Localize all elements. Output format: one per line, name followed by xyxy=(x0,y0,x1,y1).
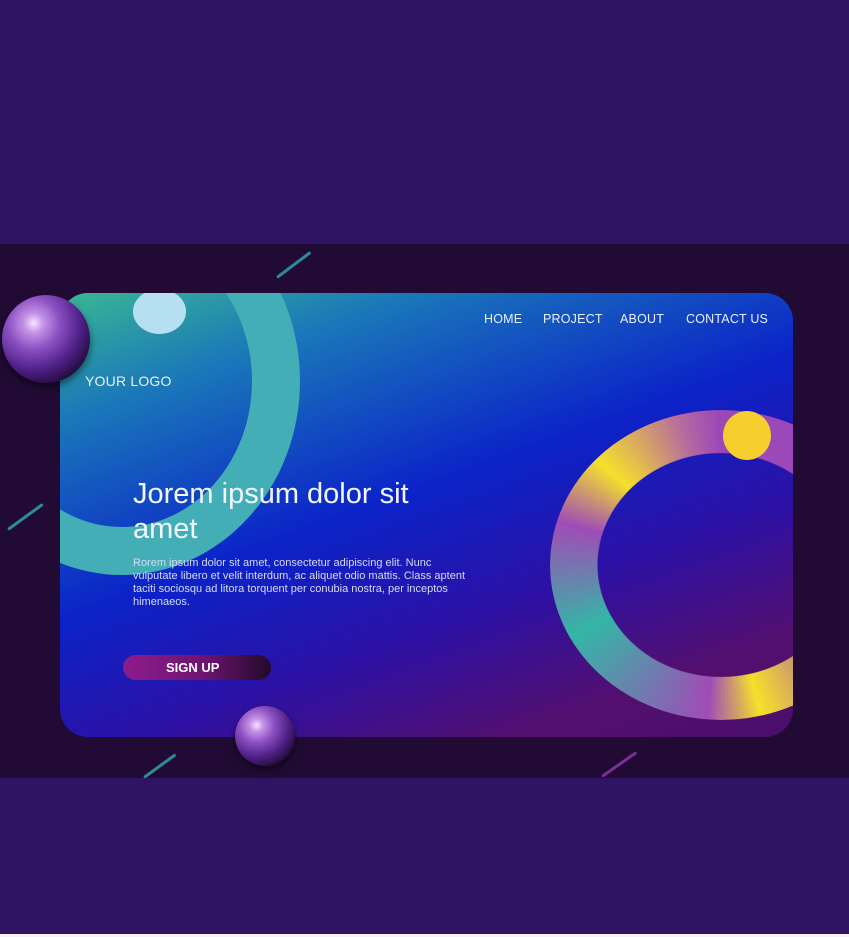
hero-body-text: Rorem ipsum dolor sit amet, consectetur … xyxy=(133,557,466,608)
nav-home-link[interactable]: HOME xyxy=(484,312,522,326)
hero-headline: Jorem ipsum dolor sit amet xyxy=(133,478,409,545)
nav-project-link[interactable]: PROJECT xyxy=(543,312,603,326)
landing-page-mockup: HOME PROJECT ABOUT CONTACT US YOUR LOGO … xyxy=(0,0,849,937)
decorative-yellow-dot xyxy=(723,411,771,460)
nav-about-link[interactable]: ABOUT xyxy=(620,312,664,326)
sign-up-button[interactable]: SIGN UP xyxy=(123,655,271,680)
hero-card: HOME PROJECT ABOUT CONTACT US YOUR LOGO … xyxy=(60,293,793,737)
decorative-sphere-small xyxy=(235,706,295,766)
nav-contact-link[interactable]: CONTACT US xyxy=(686,312,768,326)
decorative-sphere-large xyxy=(2,295,90,383)
logo[interactable]: YOUR LOGO xyxy=(85,373,172,389)
